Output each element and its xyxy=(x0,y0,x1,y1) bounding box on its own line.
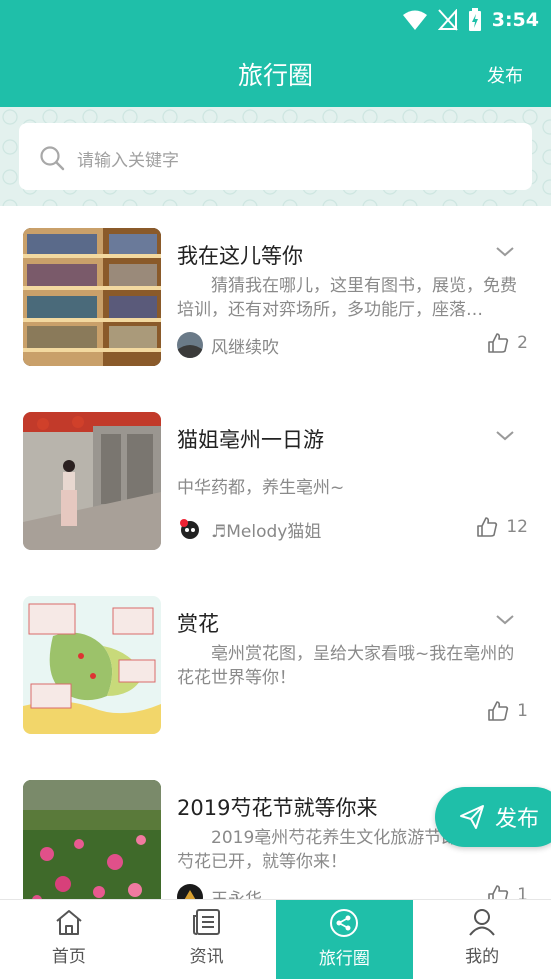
avatar-image xyxy=(177,332,203,358)
tab-travel-circle[interactable]: 旅行圈 xyxy=(275,900,414,979)
tab-label: 资讯 xyxy=(189,947,224,967)
status-icons: 3:54 xyxy=(402,6,539,34)
post-title[interactable]: 我在这儿等你 xyxy=(177,240,303,270)
like-count: 1 xyxy=(517,701,528,721)
post-item[interactable]: 猫姐亳州一日游 中华药都，养生亳州~ ♬Melody猫姐 12 xyxy=(0,412,551,596)
thumbs-up-icon xyxy=(477,517,498,537)
like-count: 1 xyxy=(517,885,528,899)
post-title[interactable]: 2019芍花节就等你来 xyxy=(177,792,377,822)
peony-field-image xyxy=(23,780,161,899)
search-input[interactable]: 请输入关键字 xyxy=(19,123,532,190)
post-thumbnail[interactable] xyxy=(23,596,161,734)
paper-plane-icon xyxy=(460,805,484,829)
search-band: 请输入关键字 xyxy=(0,107,551,206)
avatar-image xyxy=(177,516,203,542)
circle-share-icon xyxy=(330,909,359,937)
post-thumbnail[interactable] xyxy=(23,780,161,899)
page-title: 旅行圈 xyxy=(237,61,313,90)
search-placeholder: 请输入关键字 xyxy=(77,151,179,171)
like-button[interactable]: 12 xyxy=(476,516,528,538)
app-header: 旅行圈 发布 xyxy=(0,40,551,107)
wifi-icon xyxy=(402,10,427,30)
tab-me[interactable]: 我的 xyxy=(413,900,551,979)
post-title[interactable]: 赏花 xyxy=(177,608,219,638)
avatar[interactable] xyxy=(177,332,203,358)
user-icon xyxy=(469,909,495,936)
avatar[interactable] xyxy=(177,884,203,899)
floating-publish-button[interactable]: 发布 xyxy=(435,787,551,847)
floating-publish-label: 发布 xyxy=(495,807,540,832)
flower-map-image xyxy=(23,596,161,734)
post-body: 猜猜我在哪儿，这里有图书，展览，免费培训，还有对弈场所，多功能厅，座落… xyxy=(177,276,517,320)
tab-label: 旅行圈 xyxy=(318,949,370,969)
post-body: 中华药都，养生亳州~ xyxy=(177,478,345,498)
author-name[interactable]: ♬Melody猫姐 xyxy=(211,517,321,542)
post-thumbnail[interactable] xyxy=(23,412,161,550)
thumbs-up-icon xyxy=(488,333,509,353)
post-item[interactable]: 赏花 亳州赏花图，呈给大家看哦~我在亳州的花花世界等你！ 1 xyxy=(0,596,551,780)
author-name[interactable]: 王永华 xyxy=(211,885,262,899)
like-button[interactable]: 1 xyxy=(487,884,528,899)
chevron-down-icon[interactable] xyxy=(493,428,517,444)
post-thumbnail[interactable] xyxy=(23,228,161,366)
tab-news[interactable]: 资讯 xyxy=(138,900,276,979)
tab-label: 首页 xyxy=(51,947,86,967)
header-publish-button[interactable]: 发布 xyxy=(487,62,523,88)
status-time: 3:54 xyxy=(491,9,539,31)
home-icon xyxy=(56,910,82,935)
tab-home[interactable]: 首页 xyxy=(0,900,138,979)
like-button[interactable]: 2 xyxy=(487,332,528,354)
post-title[interactable]: 猫姐亳州一日游 xyxy=(177,424,324,454)
like-count: 2 xyxy=(517,333,528,353)
bottom-tab-bar: 首页 资讯 旅行圈 我的 xyxy=(0,899,551,979)
post-body: 亳州赏花图，呈给大家看哦~我在亳州的花花世界等你！ xyxy=(177,644,515,688)
tab-label: 我的 xyxy=(465,947,500,967)
thumbs-up-icon xyxy=(488,885,509,899)
like-count: 12 xyxy=(506,517,528,537)
thumbs-up-icon xyxy=(488,701,509,721)
chevron-down-icon[interactable] xyxy=(493,244,517,260)
news-icon xyxy=(192,909,220,935)
like-button[interactable]: 1 xyxy=(487,700,528,722)
search-icon xyxy=(40,146,65,171)
author-name[interactable]: 风继续吹 xyxy=(211,333,279,358)
bookshelf-image xyxy=(23,228,161,366)
no-signal-icon xyxy=(437,9,458,31)
street-wall-image xyxy=(23,412,161,550)
post-item[interactable]: 我在这儿等你 猜猜我在哪儿，这里有图书，展览，免费培训，还有对弈场所，多功能厅，… xyxy=(0,228,551,412)
chevron-down-icon[interactable] xyxy=(493,612,517,628)
avatar[interactable] xyxy=(177,516,203,542)
battery-charging-icon xyxy=(468,8,481,31)
avatar-image xyxy=(177,884,203,899)
status-bar: 3:54 xyxy=(0,0,551,40)
